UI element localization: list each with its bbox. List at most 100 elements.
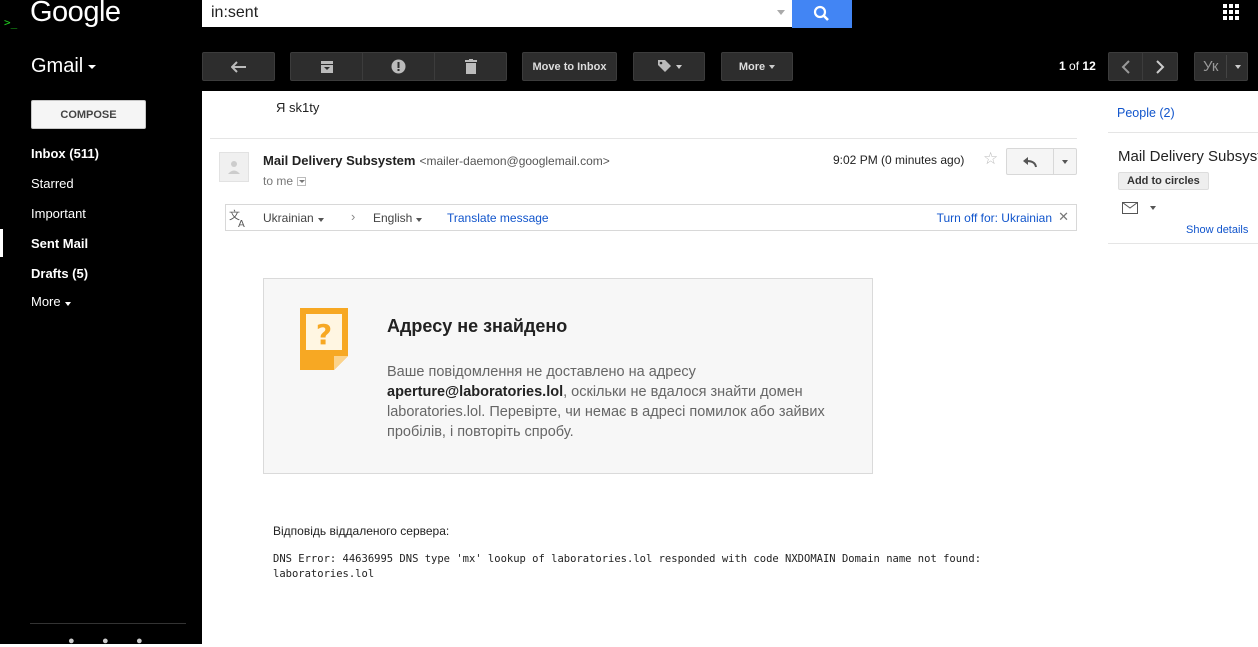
people-header[interactable]: People (2) [1117, 106, 1175, 120]
newer-button[interactable] [1108, 52, 1143, 81]
to-me-label: to me [263, 174, 294, 188]
server-response-label: Відповідь віддаленого сервера: [273, 524, 450, 538]
chevron-down-icon[interactable] [1150, 206, 1156, 210]
delete-button[interactable] [434, 52, 507, 81]
search-button[interactable] [792, 0, 852, 28]
search-options-caret-icon[interactable] [777, 10, 785, 15]
people-panel: People (2) Mail Delivery Subsystem Add t… [1108, 91, 1258, 644]
chevron-down-icon [416, 218, 423, 222]
server-response-text: DNS Error: 44636995 DNS type 'mx' lookup… [273, 553, 982, 580]
target-language-select[interactable]: English [373, 211, 423, 225]
search-input[interactable] [211, 3, 761, 23]
google-logo[interactable]: Google [30, 0, 121, 29]
archive-icon [320, 60, 333, 73]
more-actions-button[interactable]: More [721, 52, 793, 81]
chevron-down-icon [317, 218, 324, 222]
turn-off-translation-link[interactable]: Turn off for: Ukrainian [937, 211, 1052, 225]
sidebar-item-inbox[interactable]: Inbox (511) [31, 146, 99, 161]
compose-button[interactable]: COMPOSE [31, 100, 146, 129]
phone-icon[interactable]: ● [136, 635, 143, 647]
terminal-mark: >_ [4, 16, 18, 29]
card-title: Адресу не знайдено [387, 316, 568, 336]
chevron-left-icon [1121, 59, 1130, 74]
sender-name[interactable]: Mail Delivery Subsystem [263, 153, 415, 168]
translate-icon: 文A [229, 208, 249, 231]
close-icon[interactable]: ✕ [1058, 209, 1069, 225]
previous-message-body: Я sk1ty [276, 100, 320, 115]
gmail-label: Gmail [31, 55, 84, 77]
archive-button[interactable] [290, 52, 363, 81]
sidebar: COMPOSE Inbox (511) Starred Important Se… [0, 91, 202, 647]
report-spam-button[interactable] [362, 52, 435, 81]
sender-email: <mailer-daemon@googlemail.com> [419, 154, 610, 168]
label-tag-icon [657, 60, 671, 72]
search-icon [813, 5, 829, 21]
back-button[interactable] [202, 52, 275, 81]
hangouts-icon[interactable]: ● [102, 635, 109, 647]
card-text: Ваше повідомлення не доставлено на адрес… [387, 362, 847, 442]
pager-text: 1 of 12 [1059, 59, 1096, 73]
chevron-down-icon [1235, 65, 1241, 69]
chevron-right-icon [1156, 59, 1165, 74]
delivery-failure-card: ? Адресу не знайдено Ваше повідомлення н… [263, 278, 873, 474]
sidebar-item-more[interactable]: More [31, 294, 71, 309]
chevron-down-icon [88, 64, 97, 69]
action-toolbar: Gmail Move to Inbox More 1 of 12 Ук [0, 42, 1258, 92]
spam-icon [391, 59, 406, 74]
reply-more-button[interactable] [1053, 148, 1077, 175]
chevron-down-icon [769, 64, 776, 69]
show-details-link[interactable]: Show details [1186, 224, 1248, 236]
sidebar-item-drafts[interactable]: Drafts (5) [31, 266, 88, 281]
sender-avatar[interactable] [219, 152, 249, 182]
show-details-caret-icon[interactable] [297, 177, 307, 187]
mail-icon[interactable] [1122, 202, 1138, 214]
reply-icon [1023, 156, 1037, 167]
pager-of: of [1069, 59, 1080, 73]
input-language-label: Ук [1203, 58, 1219, 75]
sidebar-item-starred[interactable]: Starred [31, 176, 74, 191]
chevron-down-icon [1062, 159, 1068, 164]
sender-line: Mail Delivery Subsystem <mailer-daemon@go… [263, 153, 610, 168]
message-time: 9:02 PM (0 minutes ago) [833, 153, 965, 167]
failed-address: aperture@laboratories.lol [387, 384, 564, 400]
sidebar-divider [30, 623, 186, 624]
svg-text:?: ? [316, 318, 332, 351]
svg-text:A: A [238, 219, 245, 228]
reply-button[interactable] [1006, 148, 1054, 175]
recipient-line: to me [263, 174, 307, 188]
translate-message-link[interactable]: Translate message [447, 211, 549, 225]
pager-current: 1 [1059, 59, 1066, 73]
source-language-label: Ukrainian [263, 211, 314, 225]
pager-total: 12 [1082, 59, 1096, 73]
star-icon[interactable]: ☆ [983, 149, 998, 169]
active-indicator [0, 229, 3, 257]
input-tools-button[interactable]: Ук [1194, 52, 1248, 81]
contacts-person-icon[interactable]: ● [68, 635, 75, 647]
people-divider [1108, 132, 1258, 133]
apps-grid-icon[interactable] [1223, 4, 1239, 20]
older-button[interactable] [1142, 52, 1178, 81]
card-text-before: Ваше повідомлення не доставлено на адрес… [387, 364, 696, 380]
translate-bar: 文A Ukrainian › English Translate message… [225, 204, 1077, 231]
source-language-select[interactable]: Ukrainian [263, 211, 324, 225]
add-to-circles-button[interactable]: Add to circles [1118, 172, 1209, 190]
back-arrow-icon [230, 60, 246, 73]
top-bar: >_ Google [0, 0, 1258, 42]
target-language-label: English [373, 211, 413, 225]
chevron-down-icon [64, 302, 71, 306]
sidebar-item-important[interactable]: Important [31, 206, 86, 221]
move-to-inbox-button[interactable]: Move to Inbox [522, 52, 617, 81]
message-view: Я sk1ty Mail Delivery Subsystem <mailer-d… [202, 91, 1108, 644]
chevron-down-icon [675, 64, 682, 69]
chevron-right-icon: › [351, 209, 356, 224]
search-box[interactable] [202, 0, 792, 27]
labels-button[interactable] [633, 52, 705, 81]
message-separator [210, 138, 1077, 139]
people-divider-bottom [1108, 243, 1258, 244]
gmail-menu[interactable]: Gmail [31, 55, 97, 78]
more-actions-label: More [738, 60, 766, 73]
sidebar-item-sent-mail[interactable]: Sent Mail [31, 236, 88, 251]
contact-name: Mail Delivery Subsystem [1118, 148, 1258, 165]
sidebar-more-label: More [31, 294, 61, 309]
question-note-icon: ? [300, 308, 348, 370]
